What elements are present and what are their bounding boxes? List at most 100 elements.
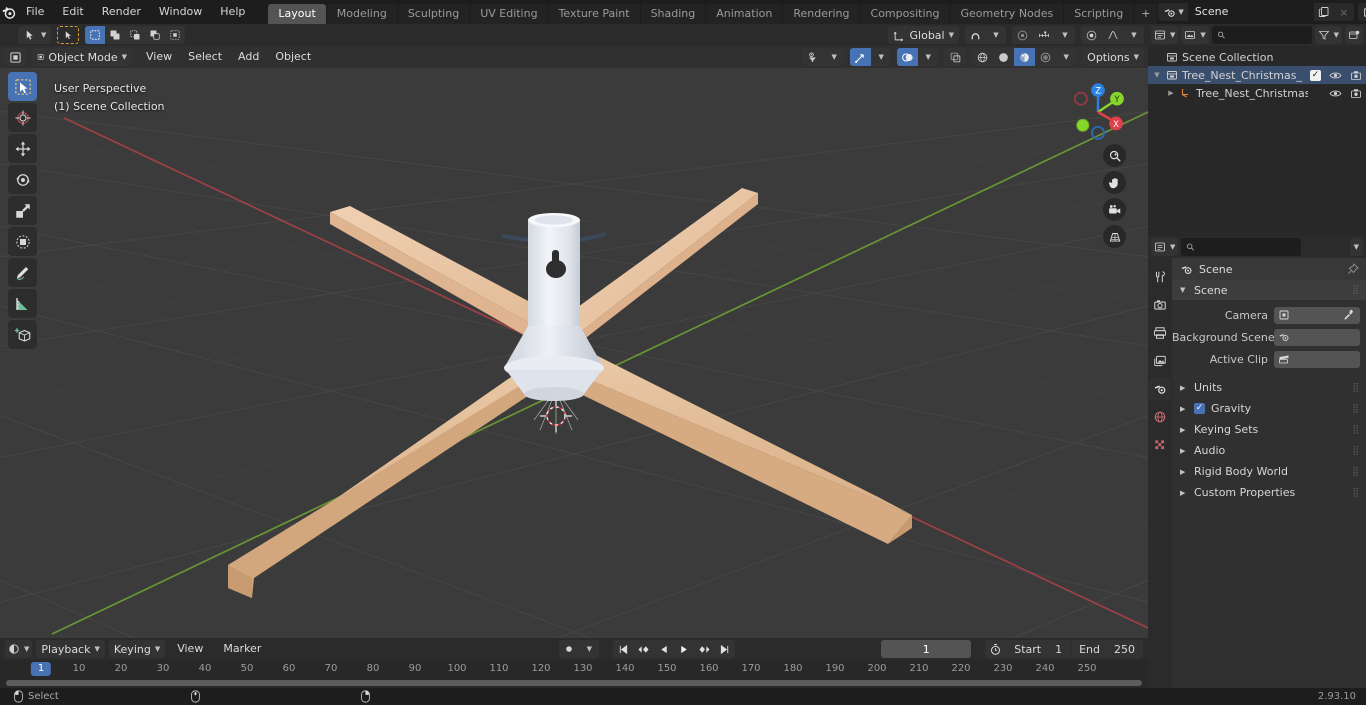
workspace-tab-shading[interactable]: Shading [640,4,706,24]
annotate-tool[interactable] [8,258,37,287]
panel-header-keying-sets[interactable]: ▶ Keying Sets ⣿ [1172,419,1366,440]
object-visibility-button[interactable] [802,48,824,66]
camera-field[interactable] [1274,306,1360,324]
auto-keying-dropdown[interactable]: ▼ [579,640,599,658]
navigation-gizmo[interactable]: Z Y X [1060,74,1136,150]
select-extend-button[interactable] [105,26,125,44]
select-new-button[interactable] [85,26,106,44]
proportional-falloff-toggle[interactable] [1081,26,1102,44]
panel-header-scene[interactable]: ▼ Scene ⣿ [1172,280,1366,300]
select-intersect-button[interactable] [165,26,185,44]
eye-icon[interactable] [1329,88,1342,99]
select-invert-button[interactable] [145,26,165,44]
editor-type-button[interactable] [4,48,26,66]
falloff-dropdown[interactable]: ▼ [1124,26,1144,44]
end-frame-field[interactable]: End 250 [1070,640,1143,658]
world-tab[interactable] [1149,406,1171,428]
collection-checkbox[interactable]: ✓ [1310,69,1321,81]
menu-help[interactable]: Help [211,0,254,24]
outliner-row-scene-collection[interactable]: Scene Collection [1148,48,1366,66]
active-tool-selector[interactable]: ▼ [18,26,52,44]
eyedropper-icon[interactable] [1343,309,1355,321]
jump-to-start-button[interactable] [613,640,633,658]
gizmo-dropdown[interactable]: ▼ [871,48,891,66]
move-tool[interactable] [8,134,37,163]
properties-filter-button[interactable]: ▼ [1349,238,1363,256]
transform-tool[interactable] [8,227,37,256]
blender-logo-icon[interactable] [0,0,17,24]
workspace-tab-sculpting[interactable]: Sculpting [397,4,470,24]
outliner-search-box[interactable] [1211,26,1312,44]
workspace-tab-scripting[interactable]: Scripting [1064,4,1134,24]
overlays-dropdown[interactable]: ▼ [918,48,938,66]
outliner-editor-type-button[interactable]: ▼ [1151,26,1179,44]
pan-icon[interactable] [1103,171,1126,194]
tool-preset-button[interactable] [57,26,80,44]
tool-tab[interactable] [1149,266,1171,288]
pin-icon[interactable] [1347,263,1359,275]
view-layer-tab[interactable] [1149,350,1171,372]
snap-target-dropdown[interactable]: ▼ [1055,26,1075,44]
menu-window[interactable]: Window [150,0,211,24]
timeline-scrollbar[interactable] [0,678,1148,688]
camera-render-icon[interactable] [1350,88,1362,99]
properties-search-box[interactable] [1181,238,1302,256]
viewport-menu-object[interactable]: Object [267,48,319,66]
solid-shading-button[interactable] [993,48,1014,66]
xray-toggle-button[interactable] [944,48,967,66]
workspace-tab-compositing[interactable]: Compositing [860,4,950,24]
show-gizmo-button[interactable] [850,48,872,66]
play-button[interactable] [674,640,694,658]
use-preview-range-button[interactable] [985,640,1006,658]
workspace-tab-uv-editing[interactable]: UV Editing [470,4,548,24]
falloff-curve-button[interactable] [1102,26,1124,44]
scale-tool[interactable] [8,196,37,225]
new-scene-button[interactable] [1313,3,1334,21]
timeline-ruler[interactable]: 10 20 30 40 50 60 70 80 90 100 110 120 1… [0,660,1148,678]
3d-viewport[interactable]: User Perspective (1) Scene Collection Z … [0,68,1148,638]
timeline-playhead[interactable]: 1 [30,662,52,676]
outliner-search-input[interactable] [1229,28,1307,42]
next-keyframe-button[interactable] [694,640,715,658]
current-frame-field[interactable]: 1 [881,640,972,658]
eye-icon[interactable] [1329,70,1342,81]
expand-triangle-icon[interactable]: ▼ [1152,71,1162,79]
snap-target-button[interactable] [1033,26,1055,44]
select-box-tool[interactable] [8,72,37,101]
workspace-tab-modeling[interactable]: Modeling [326,4,397,24]
background-scene-field[interactable] [1274,328,1360,346]
prev-keyframe-button[interactable] [633,640,654,658]
viewport-menu-add[interactable]: Add [230,48,267,66]
workspace-tab-geometry-nodes[interactable]: Geometry Nodes [950,4,1064,24]
select-subtract-button[interactable] [125,26,145,44]
start-frame-field[interactable]: Start 1 [1006,640,1070,658]
viewport-options-button[interactable]: Options ▼ [1082,48,1144,66]
visibility-dropdown[interactable]: ▼ [824,48,844,66]
proportional-edit-toggle[interactable] [1012,26,1033,44]
panel-header-gravity[interactable]: ▶ ✓ Gravity ⣿ [1172,398,1366,419]
material-preview-shading-button[interactable] [1014,48,1036,66]
panel-header-audio[interactable]: ▶ Audio ⣿ [1172,440,1366,461]
camera-icon[interactable] [1103,198,1126,221]
auto-keying-button[interactable] [559,640,579,658]
add-cube-tool[interactable] [8,320,37,349]
viewport-menu-view[interactable]: View [138,48,180,66]
outliner-row-collection[interactable]: ▼ Tree_Nest_Christmas_Stand_I ✓ [1148,66,1366,84]
panel-header-units[interactable]: ▶ Units ⣿ [1172,377,1366,398]
timeline-editor-type-button[interactable]: ▼ [5,640,33,658]
output-tab[interactable] [1149,322,1171,344]
menu-file[interactable]: File [17,0,53,24]
timeline-menu-view[interactable]: View [169,640,211,658]
play-reverse-button[interactable] [654,640,674,658]
camera-render-icon[interactable] [1350,70,1362,81]
add-workspace-button[interactable]: + [1134,4,1158,24]
workspace-tab-rendering[interactable]: Rendering [783,4,860,24]
show-overlays-button[interactable] [897,48,919,66]
playback-menu[interactable]: Playback ▼ [36,640,105,658]
ortho-persp-icon[interactable] [1103,225,1126,248]
outliner-row-object[interactable]: ▶ Tree_Nest_Christmas_Sta [1148,84,1366,102]
texture-tab[interactable] [1149,434,1171,456]
menu-render[interactable]: Render [93,0,150,24]
gravity-checkbox[interactable]: ✓ [1194,403,1205,414]
snap-options-button[interactable]: ▼ [986,26,1006,44]
